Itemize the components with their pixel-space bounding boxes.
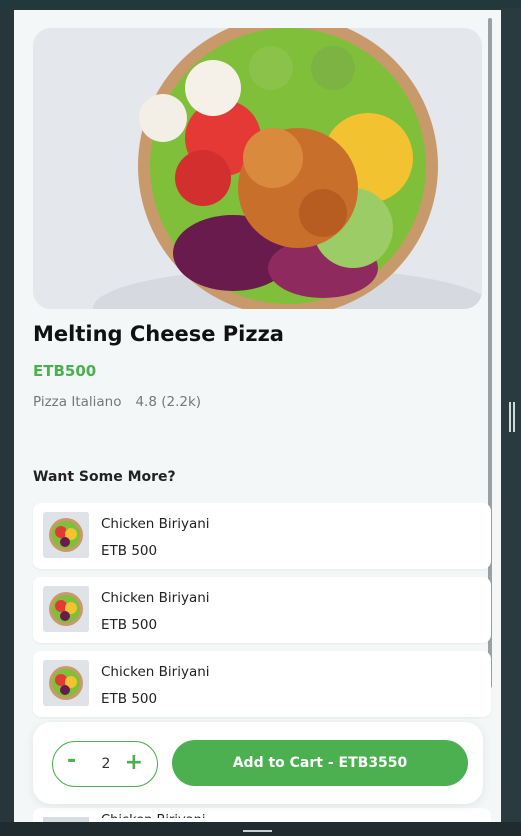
drag-handle-icon[interactable]: [243, 830, 272, 832]
item-name: Chicken Biriyani: [101, 590, 210, 606]
add-to-cart-button[interactable]: Add to Cart - ETB3550: [172, 740, 468, 786]
resize-handle-icon[interactable]: [509, 402, 515, 432]
suggestion-list: Chicken Biriyani ETB 500 Chicken Biriyan…: [33, 503, 491, 725]
item-price: ETB 500: [101, 691, 158, 707]
suggestion-item[interactable]: Chicken Biriyani ETB 500: [33, 651, 491, 717]
item-name: Chicken Biriyani: [101, 664, 210, 680]
item-name: Chicken Biriyani: [101, 814, 211, 818]
window-top-bar: [0, 0, 521, 8]
product-price: ETB500: [33, 362, 97, 380]
item-thumbnail: [43, 586, 89, 632]
product-meta: Pizza Italiano 4.8 (2.2k): [33, 394, 201, 410]
suggestion-item[interactable]: Chicken Biriyani: [33, 808, 491, 822]
window-bottom-bar: [0, 822, 521, 836]
item-price: ETB 500: [101, 543, 158, 559]
decrement-button[interactable]: -: [67, 748, 76, 773]
product-hero-image: [33, 28, 482, 309]
rating-text: 4.8 (2.2k): [135, 394, 202, 410]
item-thumbnail: [43, 817, 89, 822]
product-title: Melting Cheese Pizza: [33, 322, 284, 346]
restaurant-name[interactable]: Pizza Italiano: [33, 394, 121, 410]
quantity-stepper: - 2 +: [52, 741, 158, 787]
quantity-value: 2: [101, 756, 111, 772]
section-title: Want Some More?: [33, 469, 176, 485]
suggestion-item[interactable]: Chicken Biriyani ETB 500: [33, 577, 491, 643]
item-thumbnail: [43, 512, 89, 558]
item-thumbnail: [43, 660, 89, 706]
add-to-cart-bar: - 2 + Add to Cart - ETB3550: [33, 722, 483, 804]
item-price: ETB 500: [101, 617, 158, 633]
increment-button[interactable]: +: [125, 750, 143, 775]
suggestion-item[interactable]: Chicken Biriyani ETB 500: [33, 503, 491, 569]
product-detail-panel: Melting Cheese Pizza ETB500 Pizza Italia…: [14, 10, 501, 822]
item-name: Chicken Biriyani: [101, 516, 210, 532]
